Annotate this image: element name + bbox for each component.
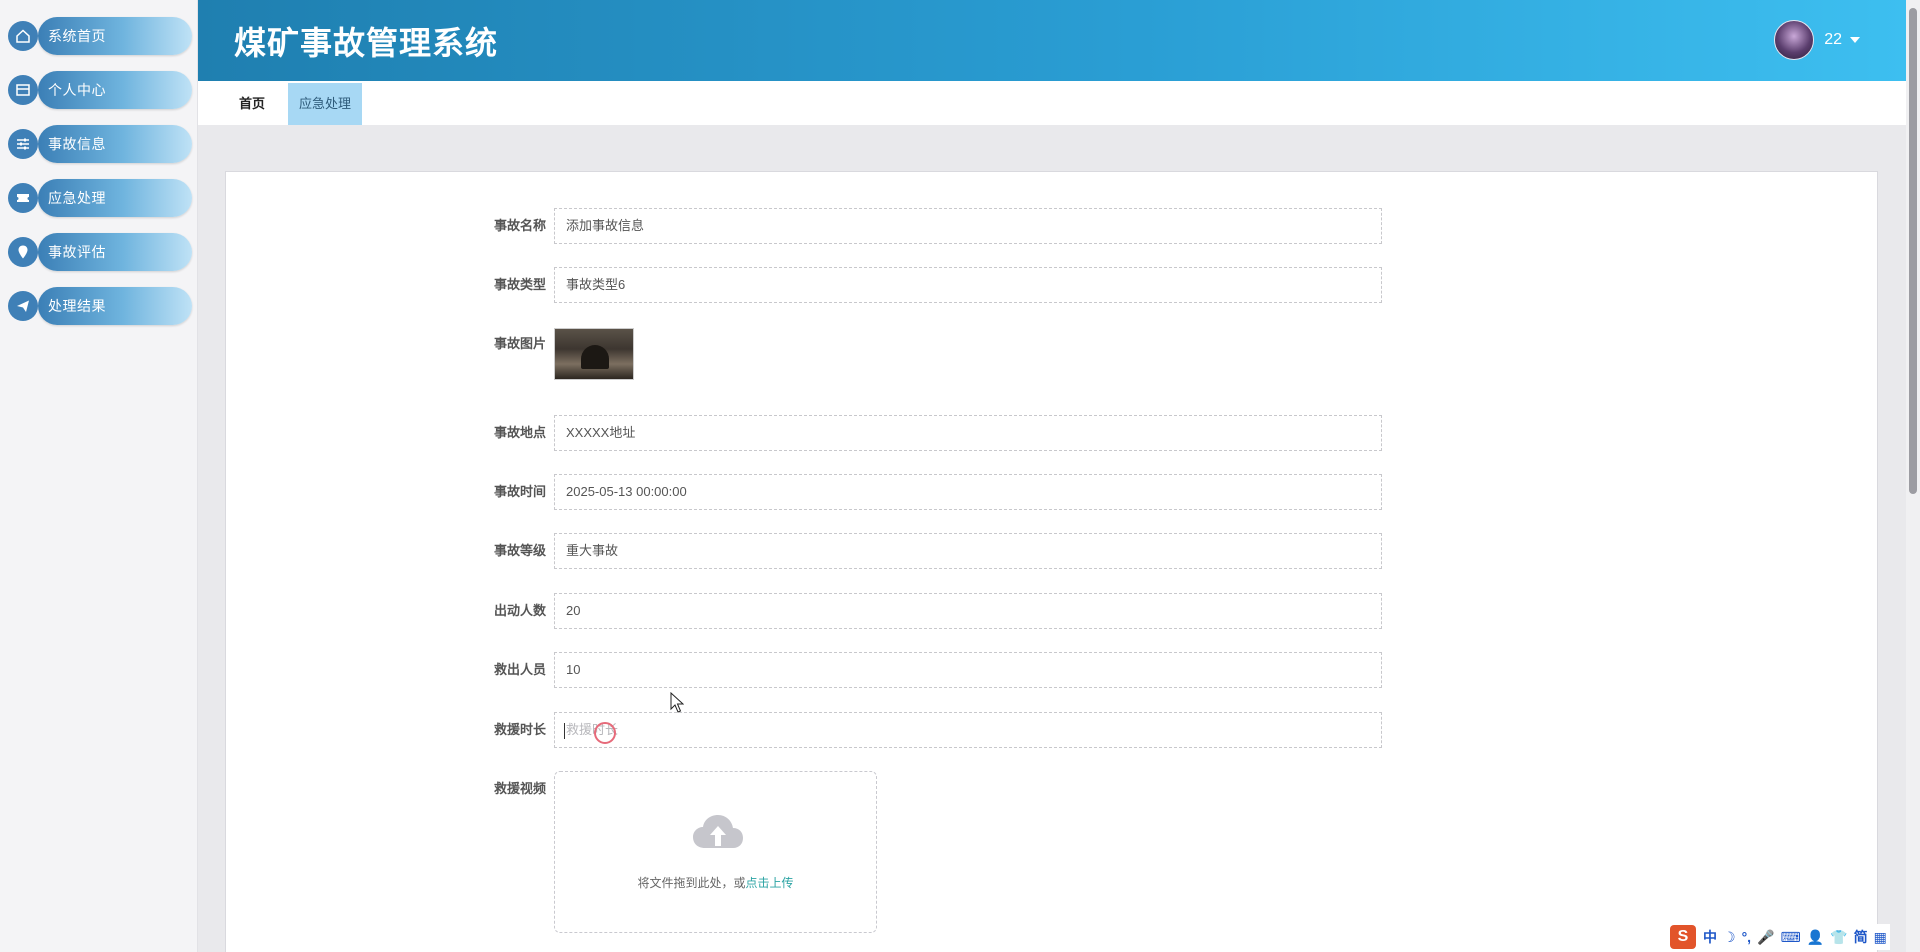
- paper-plane-icon: [8, 291, 38, 321]
- sidebar-item-label: 个人中心: [48, 82, 106, 98]
- field-label: 事故等级: [493, 543, 546, 558]
- tab-bar: 首页 应急处理: [198, 81, 1906, 125]
- field-label: 事故时间: [493, 484, 546, 499]
- field-label: 事故地点: [493, 425, 546, 440]
- field-label: 救援视频: [493, 781, 546, 796]
- field-label: 事故图片: [493, 336, 546, 351]
- app-header: 煤矿事故管理系统 22: [198, 0, 1906, 81]
- ime-logo-icon[interactable]: S: [1670, 925, 1696, 949]
- ticket-icon: [8, 183, 38, 213]
- accident-location-input[interactable]: XXXXX地址: [554, 415, 1382, 451]
- sidebar-item-label: 处理结果: [48, 298, 106, 314]
- form-row-accident-image: 事故图片: [484, 326, 634, 380]
- sidebar-item-label: 系统首页: [48, 28, 106, 44]
- ime-toolbar: S 中 ☽ °, 🎤 ⌨ 👤 👕 简 ▦: [1670, 924, 1890, 950]
- avatar: [1774, 20, 1815, 60]
- sidebar-item-label: 事故评估: [48, 244, 106, 260]
- location-pin-icon: [8, 237, 38, 267]
- form-row-accident-type: 事故类型 事故类型6: [484, 267, 1382, 303]
- sidebar-item-profile[interactable]: 个人中心: [8, 71, 192, 109]
- rescue-duration-input[interactable]: 救援时长: [554, 712, 1382, 748]
- chevron-down-icon: [1850, 37, 1860, 43]
- ime-punctuation-icon[interactable]: °,: [1742, 929, 1752, 945]
- field-label: 出动人数: [493, 603, 546, 618]
- ime-skin-icon[interactable]: 👕: [1830, 929, 1847, 946]
- sidebar-item-emergency[interactable]: 应急处理: [8, 179, 192, 217]
- app-title: 煤矿事故管理系统: [234, 24, 499, 62]
- home-icon: [8, 21, 38, 51]
- page-scrollbar[interactable]: [1906, 0, 1920, 952]
- form-row-rescue-duration: 救援时长 救援时长: [484, 712, 1382, 748]
- upload-hint: 将文件拖到此处，或点击上传: [555, 874, 876, 891]
- sidebar-item-label: 应急处理: [48, 190, 106, 206]
- user-menu[interactable]: 22: [1774, 20, 1860, 60]
- mouse-pointer-icon: [670, 692, 684, 713]
- form-row-accident-time: 事故时间 2025-05-13 00:00:00: [484, 474, 1382, 510]
- profile-card-icon: [8, 75, 38, 105]
- ime-simplified-toggle[interactable]: 简: [1854, 927, 1868, 947]
- field-label: 事故名称: [493, 218, 546, 233]
- field-label: 救援时长: [493, 722, 546, 737]
- video-upload-dropzone[interactable]: 将文件拖到此处，或点击上传: [554, 771, 877, 933]
- scrollbar-thumb[interactable]: [1909, 8, 1917, 494]
- form-row-rescue-video: 救援视频 将文件拖到此处，或点击上传: [484, 771, 877, 933]
- ime-moon-icon[interactable]: ☽: [1723, 929, 1736, 946]
- form-row-accident-level: 事故等级 重大事故: [484, 533, 1382, 569]
- tab-emergency[interactable]: 应急处理: [288, 83, 363, 125]
- upload-drop-text: 将文件拖到此处，或: [637, 876, 746, 890]
- ime-grid-icon[interactable]: ▦: [1874, 929, 1887, 946]
- cloud-upload-icon: [693, 815, 743, 848]
- sidebar-item-label: 事故信息: [48, 136, 106, 152]
- tab-home[interactable]: 首页: [228, 83, 276, 125]
- accident-level-input[interactable]: 重大事故: [554, 533, 1382, 569]
- field-label: 事故类型: [493, 277, 546, 292]
- form-row-dispatched-count: 出动人数 20: [484, 593, 1382, 629]
- ime-user-icon[interactable]: 👤: [1807, 929, 1824, 946]
- accident-name-input[interactable]: 添加事故信息: [554, 208, 1382, 244]
- form-row-rescued-count: 救出人员 10: [484, 652, 1382, 688]
- form-row-accident-location: 事故地点 XXXXX地址: [484, 415, 1382, 451]
- text-caret: [564, 723, 565, 739]
- form-row-accident-name: 事故名称 添加事故信息: [484, 208, 1382, 244]
- accident-image-thumbnail[interactable]: [554, 328, 634, 380]
- ime-mode-chinese[interactable]: 中: [1703, 927, 1717, 947]
- dispatched-count-input[interactable]: 20: [554, 593, 1382, 629]
- upload-click-link[interactable]: 点击上传: [746, 876, 794, 890]
- ime-keyboard-icon[interactable]: ⌨: [1781, 929, 1801, 946]
- accident-time-input[interactable]: 2025-05-13 00:00:00: [554, 474, 1382, 510]
- sidebar-item-result[interactable]: 处理结果: [8, 287, 192, 325]
- sidebar: 系统首页 个人中心 事故信息 应急处理 事故评估 处理结果: [0, 0, 198, 952]
- sidebar-item-home[interactable]: 系统首页: [8, 17, 192, 55]
- sidebar-item-assessment[interactable]: 事故评估: [8, 233, 192, 271]
- sidebar-item-accident-info[interactable]: 事故信息: [8, 125, 192, 163]
- accident-type-input[interactable]: 事故类型6: [554, 267, 1382, 303]
- ime-microphone-icon[interactable]: 🎤: [1757, 929, 1774, 946]
- user-name: 22: [1824, 31, 1842, 48]
- sliders-icon: [8, 129, 38, 159]
- click-indicator: [594, 722, 616, 744]
- rescued-count-input[interactable]: 10: [554, 652, 1382, 688]
- field-label: 救出人员: [493, 662, 546, 677]
